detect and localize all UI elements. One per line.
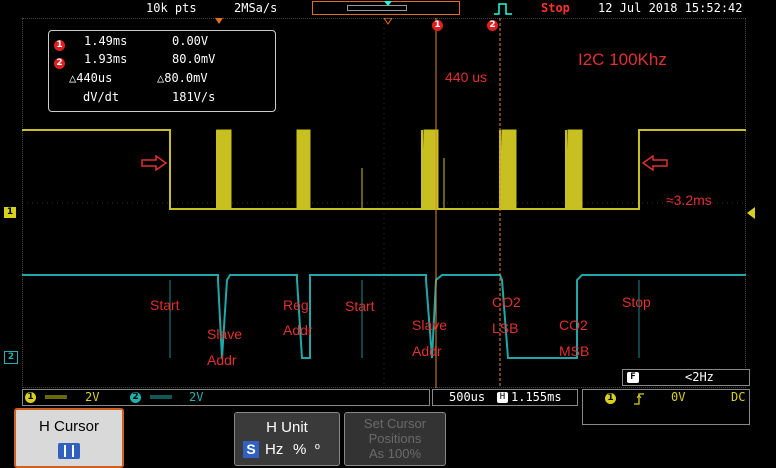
trigger-level: 0V [671, 390, 686, 404]
record-length: 10k pts [146, 1, 197, 15]
dvdt-label: dV/dt [83, 90, 120, 104]
annotation-title: I2C 100Khz [578, 50, 667, 69]
ch2-status-icon: 2 [130, 392, 141, 403]
annotation-co2-lsb-2: LSB [492, 320, 519, 336]
memory-bar [312, 1, 460, 15]
delta-time: △440us [69, 71, 113, 85]
trigger-coupling: DC [731, 390, 746, 404]
annotation-co2-msb-1: CO2 [559, 317, 588, 333]
delta-volt: △80.0mV [157, 71, 208, 85]
cursor-1-volt: 0.00V [172, 34, 209, 48]
h-unit-percent: % [293, 441, 307, 458]
cursor-2-volt: 80.0mV [172, 52, 216, 66]
annotation-slave-1: Slave [207, 326, 243, 342]
frequency-counter: F <2Hz [622, 369, 750, 386]
annotation-start-2: Start [345, 298, 375, 314]
trigger-status[interactable]: 1 0V DC [582, 389, 750, 425]
sample-rate: 2MSa/s [234, 1, 278, 15]
cursor-1-time: 1.49ms [84, 34, 128, 48]
run-status: Stop [541, 1, 570, 15]
timebase-status[interactable]: 500us H 1.155ms [432, 389, 578, 406]
frequency-value: <2Hz [685, 370, 714, 384]
ch2-trace [22, 274, 746, 359]
ch2-coupling-icon: ═══ [150, 390, 172, 404]
stop-arrow-icon [641, 155, 668, 171]
timebase-scale: 500us [449, 390, 486, 404]
set-cursor-line-2: Positions [368, 431, 422, 446]
h-unit-degree: º [315, 441, 320, 456]
annotation-reg-addr: Addr [283, 322, 313, 338]
annotation-stop: Stop [622, 294, 651, 310]
ch1-ground-marker[interactable]: 1 [4, 207, 16, 218]
ch1-scale: 2V [85, 390, 100, 404]
date-time: 12 Jul 2018 15:52:42 [598, 1, 743, 15]
ch1-trace [22, 129, 746, 210]
trigger-level-marker[interactable] [747, 207, 755, 219]
annotation-co2-lsb-1: CO2 [492, 294, 521, 310]
horizontal-position-icon: H [497, 392, 508, 403]
channel-status-bar: 1 ═══ 2V 2 ═══ 2V [22, 389, 430, 406]
annotation-co2-msb-2: MSB [559, 343, 590, 359]
ch1-status-icon: 1 [25, 392, 36, 403]
frequency-icon: F [627, 372, 639, 383]
cursor-readout-panel: 1 1.49ms 0.00V 2 1.93ms 80.0mV △440us △8… [48, 30, 276, 112]
annotation-addr-2: Addr [412, 343, 442, 359]
cursor-2-icon: 2 [54, 58, 65, 69]
h-unit-label: H Unit [266, 419, 308, 436]
cursor-pair-icon [58, 443, 80, 459]
h-cursor-button[interactable]: H Cursor [14, 408, 124, 468]
annotation-delta: 440 us [445, 69, 488, 85]
ch2-scale: 2V [189, 390, 204, 404]
h-unit-s: S [243, 441, 259, 458]
h-cursor-label: H Cursor [38, 418, 99, 435]
h-unit-hz: Hz [265, 441, 284, 458]
annotation-slave-2: Slave [412, 317, 448, 333]
cursor-1-marker[interactable]: 1 [432, 20, 443, 31]
annotation-addr-1: Addr [207, 352, 237, 368]
cursor-2-time: 1.93ms [84, 52, 128, 66]
rising-edge-icon [634, 393, 644, 405]
set-cursor-line-1: Set Cursor [363, 416, 427, 431]
annotation-start-1: Start [150, 297, 180, 313]
dvdt-value: 181V/s [172, 90, 216, 104]
horizontal-position: 1.155ms [511, 390, 562, 404]
trigger-position-icon [384, 1, 392, 6]
annotation-duration: ≈3.2ms [666, 192, 712, 208]
cursor-2-marker[interactable]: 2 [487, 20, 498, 31]
trigger-source-icon: 1 [605, 393, 616, 404]
top-status-bar: 10k pts 2MSa/s Stop 12 Jul 2018 15:52:42 [0, 0, 776, 18]
set-cursor-positions-button[interactable]: Set Cursor Positions As 100% [344, 412, 446, 466]
annotation-reg: Reg [283, 297, 309, 313]
ch1-coupling-icon: ═══ [45, 390, 67, 404]
set-cursor-line-3: As 100% [368, 446, 422, 461]
start-arrow-icon [141, 155, 168, 171]
trigger-edge-icon [494, 3, 512, 15]
ch2-ground-marker[interactable]: 2 [4, 351, 18, 364]
cursor-1-icon: 1 [54, 40, 65, 51]
h-unit-button[interactable]: H Unit S Hz % º [234, 412, 340, 466]
